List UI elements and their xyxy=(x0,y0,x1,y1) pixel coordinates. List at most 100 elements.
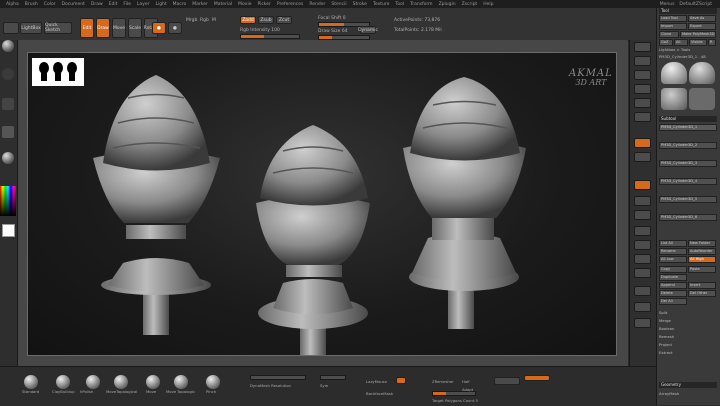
insert-button[interactable]: Insert xyxy=(688,282,716,289)
del-other-button[interactable]: Del Other xyxy=(688,290,716,297)
paste-button[interactable]: Paste xyxy=(688,266,716,273)
extract-section[interactable]: Extract xyxy=(659,350,717,356)
menu-item-stencil[interactable]: Stencil xyxy=(331,2,346,7)
lightbox-button[interactable]: LightBox xyxy=(20,22,42,34)
brush-hpolish-icon[interactable] xyxy=(86,375,100,389)
boolean-section[interactable]: Boolean xyxy=(659,326,717,332)
brush-icon-button[interactable]: ● xyxy=(152,22,166,34)
menu-item-transform[interactable]: Transform xyxy=(410,2,432,7)
document-canvas[interactable] xyxy=(27,52,617,356)
menu-item-brush[interactable]: Brush xyxy=(25,2,38,7)
move-view-button[interactable] xyxy=(634,240,651,250)
rgb-intensity-slider[interactable] xyxy=(240,34,300,39)
zsub-button[interactable]: Zsub xyxy=(258,16,274,24)
goz-all-button[interactable]: All xyxy=(674,39,688,46)
menu-item-marker[interactable]: Marker xyxy=(192,2,208,7)
menu-right-item-1[interactable]: DefaultZScript xyxy=(679,2,712,7)
sym-slider[interactable] xyxy=(320,375,346,380)
brush-pinch-icon[interactable] xyxy=(206,375,220,389)
menu-item-light[interactable]: Light xyxy=(155,2,166,7)
del-all-button[interactable]: Del All xyxy=(659,298,687,305)
brush-claybuildup-icon[interactable] xyxy=(56,375,70,389)
projection-master-button[interactable] xyxy=(3,22,19,34)
new-folder-button[interactable]: New Folder xyxy=(688,240,716,247)
import-button[interactable]: Import xyxy=(659,23,687,30)
remesh-section[interactable]: Remesh xyxy=(659,334,717,340)
lsym-button[interactable] xyxy=(634,196,651,206)
color-picker[interactable] xyxy=(0,186,16,216)
lightbox-tools-label[interactable]: Lightbox > Tools xyxy=(659,47,717,53)
all-low-button[interactable]: All Low xyxy=(659,256,687,263)
load-tool-button[interactable]: Load Tool xyxy=(659,15,687,22)
menu-right-item-0[interactable]: Menus xyxy=(660,2,675,7)
subtool-item-6[interactable]: PM3D_Cylinder3D_6 xyxy=(659,214,717,221)
dynamesh-slider[interactable] xyxy=(250,375,306,380)
menu-item-help[interactable]: Help xyxy=(483,2,493,7)
half-label[interactable]: Half xyxy=(462,379,470,384)
solo-button[interactable] xyxy=(634,318,651,328)
menu-item-movie[interactable]: Movie xyxy=(238,2,251,7)
menu-item-draw[interactable]: Draw xyxy=(91,2,103,7)
brush-options-button[interactable] xyxy=(494,377,520,385)
floor-button[interactable] xyxy=(634,152,651,162)
menu-item-macro[interactable]: Macro xyxy=(173,2,187,7)
menu-item-picker[interactable]: Picker xyxy=(257,2,270,7)
delete-button[interactable]: Delete xyxy=(659,290,687,297)
tool-thumbnail-2[interactable] xyxy=(689,62,715,84)
mrgb-label[interactable]: Mrgb xyxy=(186,18,197,23)
append-button[interactable]: Append xyxy=(659,282,687,289)
menu-item-zplugin[interactable]: Zplugin xyxy=(439,2,456,7)
zremesher-label[interactable]: ZRemesher xyxy=(432,379,454,384)
rotate-view-button[interactable] xyxy=(634,268,651,278)
xyz-button[interactable] xyxy=(634,210,651,220)
menu-item-tool[interactable]: Tool xyxy=(395,2,404,7)
stroke-icon-button[interactable]: ● xyxy=(168,22,182,34)
scale-button[interactable]: Scale xyxy=(128,18,142,38)
brush-preview-icon[interactable] xyxy=(2,40,14,52)
menu-item-zscript[interactable]: Zscript xyxy=(462,2,478,7)
goz-button[interactable]: GoZ xyxy=(659,39,673,46)
polyf-button[interactable] xyxy=(634,286,651,296)
draw-button[interactable]: Draw xyxy=(96,18,110,38)
tool-thumbnail-4[interactable] xyxy=(689,88,715,110)
bpr-button[interactable] xyxy=(634,42,651,52)
m-label[interactable]: M xyxy=(212,18,216,23)
scale-view-button[interactable] xyxy=(634,254,651,264)
frame-button[interactable] xyxy=(634,226,651,236)
menu-item-preferences[interactable]: Preferences xyxy=(277,2,303,7)
menu-item-material[interactable]: Material xyxy=(214,2,232,7)
menu-item-alpha[interactable]: Alpha xyxy=(6,2,19,7)
brush-move-icon[interactable] xyxy=(146,375,160,389)
save-as-button[interactable]: Save As xyxy=(688,15,716,22)
actual-button[interactable] xyxy=(634,98,651,108)
brush-move-topologic-icon[interactable] xyxy=(174,375,188,389)
scroll-button[interactable] xyxy=(634,70,651,80)
split-section[interactable]: Split xyxy=(659,310,717,316)
menu-item-color[interactable]: Color xyxy=(44,2,56,7)
aahalf-button[interactable] xyxy=(634,112,651,122)
material-preview-icon[interactable] xyxy=(2,152,14,164)
quick-sketch-button[interactable]: Quick Sketch xyxy=(44,22,72,34)
stroke-preview-icon[interactable] xyxy=(2,68,14,80)
lazymouse-label[interactable]: LazyMouse xyxy=(366,379,387,384)
subtool-item-4[interactable]: PM3D_Cylinder3D_4 xyxy=(659,178,717,185)
autoreorder-button[interactable]: AutoReorder xyxy=(688,248,716,255)
make-polymesh-button[interactable]: Make PolyMesh3D xyxy=(680,31,716,38)
r-button[interactable]: R xyxy=(708,39,716,46)
copy-button[interactable]: Copy xyxy=(659,266,687,273)
rename-button[interactable]: Rename xyxy=(659,248,687,255)
menu-item-layer[interactable]: Layer xyxy=(137,2,150,7)
arraymesh-section[interactable]: ArrayMesh xyxy=(659,391,717,397)
texture-preview-icon[interactable] xyxy=(2,126,14,138)
persp-button[interactable] xyxy=(634,138,651,148)
dynamic-button[interactable]: Dynamic xyxy=(358,26,378,34)
subtool-item-5[interactable]: PM3D_Cylinder3D_5 xyxy=(659,196,717,203)
zadd-button[interactable]: Zadd xyxy=(240,16,256,24)
geometry-section[interactable]: Geometry xyxy=(659,382,717,388)
local-button[interactable] xyxy=(634,180,651,190)
main-color-swatch[interactable] xyxy=(2,224,15,237)
spix-button[interactable] xyxy=(634,56,651,66)
export-button[interactable]: Export xyxy=(688,23,716,30)
menu-item-texture[interactable]: Texture xyxy=(373,2,389,7)
tool-thumbnail-3[interactable] xyxy=(661,88,687,110)
